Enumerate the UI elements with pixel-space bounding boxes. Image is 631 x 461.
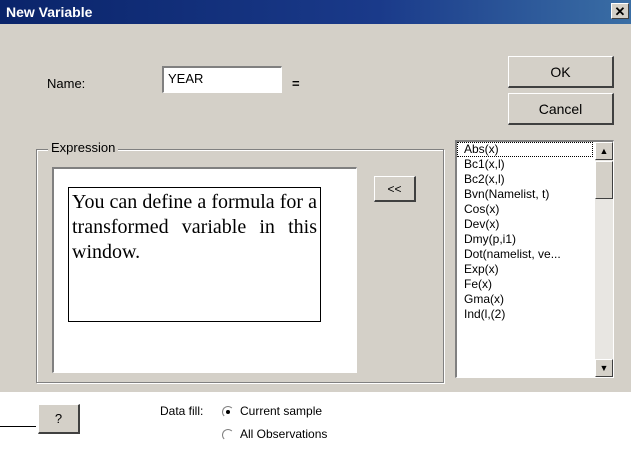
function-list-item[interactable]: Gma(x) <box>457 292 593 307</box>
scroll-thumb[interactable] <box>595 161 613 199</box>
insert-function-button[interactable]: << <box>374 176 416 202</box>
data-fill-label: Data fill: <box>160 404 204 418</box>
help-button[interactable]: ? <box>38 404 80 434</box>
scroll-down-icon[interactable]: ▼ <box>595 359 613 377</box>
cancel-button[interactable]: Cancel <box>508 93 614 125</box>
function-list-item[interactable]: Fe(x) <box>457 277 593 292</box>
function-list-item[interactable]: Dev(x) <box>457 217 593 232</box>
equals-sign: = <box>292 76 300 91</box>
title-bar: New Variable ✕ <box>0 0 631 24</box>
radio-current-sample-label: Current sample <box>240 404 323 418</box>
radio-all-observations-label: All Observations <box>240 427 328 441</box>
annotation-callout: You can define a formula for a transform… <box>68 187 321 322</box>
expression-group-label: Expression <box>48 140 119 155</box>
ok-button[interactable]: OK <box>508 56 614 88</box>
function-list-item[interactable]: Exp(x) <box>457 262 593 277</box>
function-list-item[interactable]: Dot(namelist, ve... <box>457 247 593 262</box>
window-title: New Variable <box>6 4 93 20</box>
function-list-item[interactable]: Cos(x) <box>457 202 593 217</box>
function-list-scrollbar[interactable]: ▲ ▼ <box>595 142 613 377</box>
radio-all-observations[interactable] <box>222 429 234 441</box>
function-list-item[interactable]: Bc1(x,l) <box>457 157 593 172</box>
scroll-up-icon[interactable]: ▲ <box>595 142 613 160</box>
name-input[interactable]: YEAR <box>162 66 282 93</box>
new-variable-dialog: New Variable ✕ Name: YEAR = OK Cancel Ex… <box>0 0 631 392</box>
function-list-item[interactable]: Dmy(p,i1) <box>457 232 593 247</box>
function-list-item[interactable]: Ind(l,(2) <box>457 307 593 322</box>
name-label: Name: <box>47 76 86 91</box>
close-icon[interactable]: ✕ <box>611 3 629 19</box>
function-list-item[interactable]: Bc2(x,l) <box>457 172 593 187</box>
function-list-item[interactable]: Abs(x) <box>457 142 593 157</box>
function-listbox[interactable]: Abs(x) Bc1(x,l) Bc2(x,l) Bvn(Namelist, t) Co… <box>455 140 614 378</box>
radio-current-sample[interactable] <box>222 406 234 418</box>
function-list-item[interactable]: Bvn(Namelist, t) <box>457 187 593 202</box>
function-list: Abs(x) Bc1(x,l) Bc2(x,l) Bvn(Namelist, t) Co… <box>457 142 593 322</box>
callout-leader-line <box>0 426 36 427</box>
